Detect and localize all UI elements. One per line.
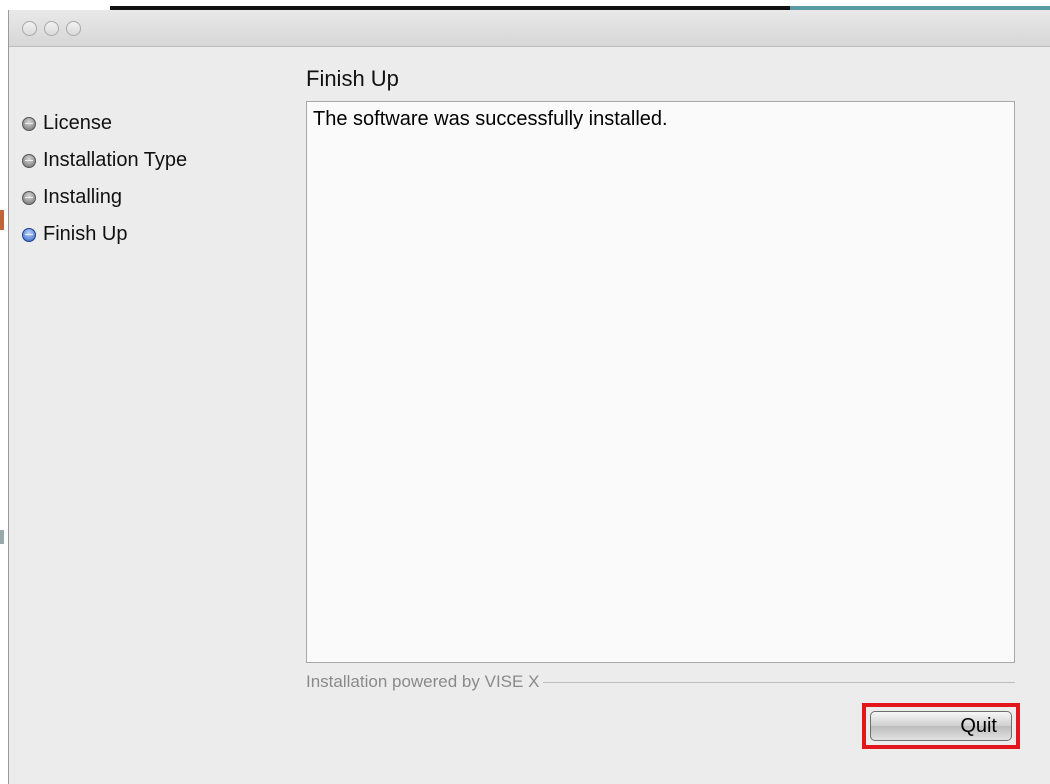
step-bullet-icon <box>22 153 36 168</box>
footer-divider <box>543 681 1015 683</box>
zoom-window-icon[interactable] <box>66 21 81 36</box>
background-mark <box>0 210 4 230</box>
powered-by-footer: Installation powered by VISE X <box>306 672 1015 692</box>
minimize-window-icon[interactable] <box>44 21 59 36</box>
step-installing: Installing <box>22 179 187 216</box>
step-label: License <box>43 112 112 134</box>
step-label: Installing <box>43 186 122 208</box>
step-label: Installation Type <box>43 149 188 171</box>
title-bar[interactable] <box>9 10 1050 47</box>
step-license: License <box>22 105 187 142</box>
step-bullet-icon <box>22 116 36 131</box>
step-bullet-icon <box>22 190 36 205</box>
step-bullet-active-icon <box>22 227 36 242</box>
background-left-edge <box>0 10 8 784</box>
step-installation-type: Installation Type <box>22 142 187 179</box>
close-window-icon[interactable] <box>22 21 37 36</box>
step-finish-up: Finish Up <box>22 216 187 253</box>
background-strip <box>0 0 1050 10</box>
step-label: Finish Up <box>43 223 128 245</box>
background-mark <box>0 530 4 544</box>
quit-button[interactable]: Quit <box>870 711 1012 741</box>
content-panel: The software was successfully installed. <box>306 101 1015 663</box>
success-message: The software was successfully installed. <box>313 108 668 130</box>
powered-by-text: Installation powered by VISE X <box>306 672 540 691</box>
page-title: Finish Up <box>306 66 399 91</box>
installer-steps: License Installation Type Installing Fin… <box>22 105 187 253</box>
